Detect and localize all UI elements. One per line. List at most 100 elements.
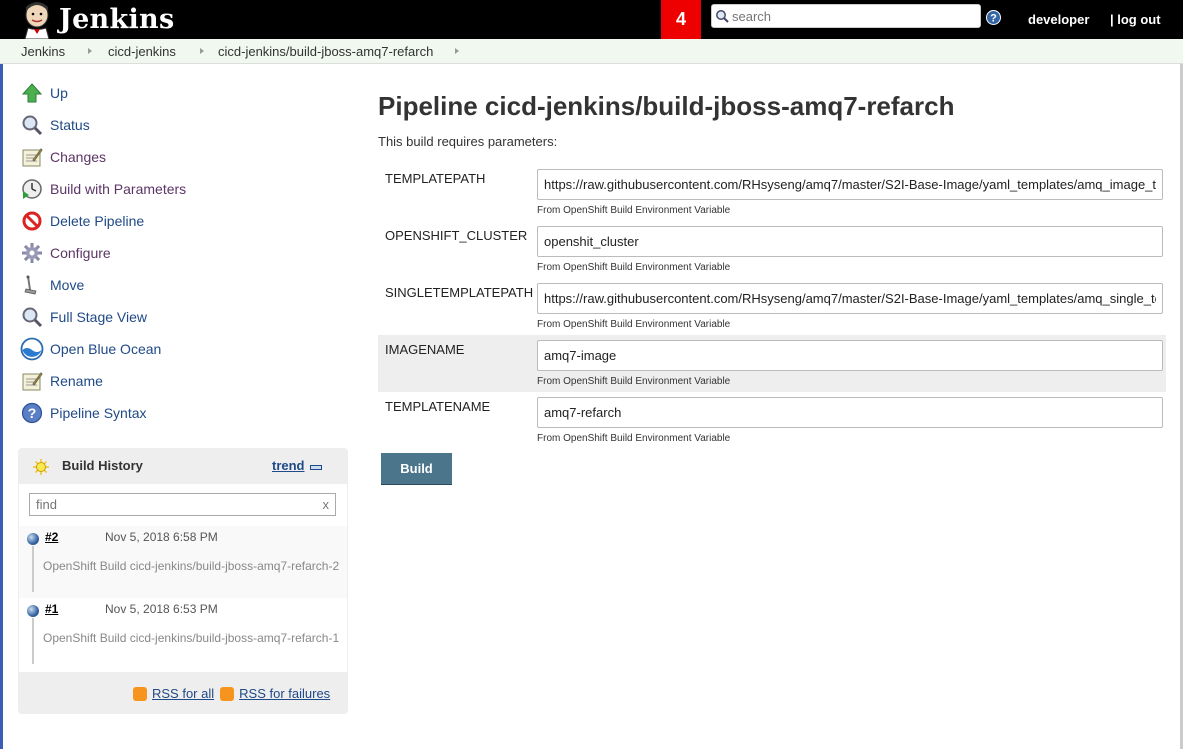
task-up[interactable]: Up xyxy=(20,80,68,106)
task-label[interactable]: Pipeline Syntax xyxy=(50,405,147,421)
breadcrumb-item-folder[interactable]: cicd-jenkins xyxy=(108,44,176,59)
param-value-input[interactable] xyxy=(537,226,1163,257)
param-name: TEMPLATENAME xyxy=(385,399,491,414)
param-description: From OpenShift Build Environment Variabl… xyxy=(537,433,731,444)
rss-failures-link[interactable]: RSS for failures xyxy=(239,686,330,701)
breadcrumb-item-pipeline[interactable]: cicd-jenkins/build-jboss-amq7-refarch xyxy=(218,44,433,59)
build-button[interactable]: Build xyxy=(381,453,452,485)
task-label[interactable]: Full Stage View xyxy=(50,309,147,325)
magnifier-icon xyxy=(20,113,44,137)
build-number-link[interactable]: #1 xyxy=(45,602,58,616)
task-label[interactable]: Delete Pipeline xyxy=(50,213,144,229)
no-entry-icon xyxy=(20,209,44,233)
help-icon: ? xyxy=(20,401,44,425)
task-pipeline-syntax[interactable]: ? Pipeline Syntax xyxy=(20,400,147,426)
rss-links: RSS for all RSS for failures xyxy=(133,686,336,701)
breadcrumb-item-jenkins[interactable]: Jenkins xyxy=(21,44,65,59)
task-rename[interactable]: Rename xyxy=(20,368,103,394)
timeline-line xyxy=(32,618,34,664)
param-row: TEMPLATENAME From OpenShift Build Enviro… xyxy=(378,392,1166,449)
build-description: OpenShift Build cicd-jenkins/build-jboss… xyxy=(43,631,340,645)
param-description: From OpenShift Build Environment Variabl… xyxy=(537,319,731,330)
param-description: From OpenShift Build Environment Variabl… xyxy=(537,376,731,387)
chevron-right-icon[interactable] xyxy=(455,48,459,54)
param-value-input[interactable] xyxy=(537,169,1163,200)
param-value-input[interactable] xyxy=(537,283,1163,314)
status-ball-icon xyxy=(27,533,39,545)
rss-all-link[interactable]: RSS for all xyxy=(152,686,214,701)
build-filter[interactable]: x xyxy=(29,493,336,516)
build-date[interactable]: Nov 5, 2018 6:58 PM xyxy=(105,530,218,544)
task-move[interactable]: Move xyxy=(20,272,84,298)
page-subtitle: This build requires parameters: xyxy=(378,134,558,149)
timeline-line xyxy=(32,546,34,592)
task-build-with-parameters[interactable]: Build with Parameters xyxy=(20,176,186,202)
notepad-icon xyxy=(20,369,44,393)
help-icon[interactable]: ? xyxy=(986,10,1001,25)
sun-icon xyxy=(33,459,49,475)
task-label[interactable]: Configure xyxy=(50,245,111,261)
param-value-input[interactable] xyxy=(537,340,1163,371)
task-label[interactable]: Build with Parameters xyxy=(50,181,186,197)
build-number-link[interactable]: #2 xyxy=(45,530,58,544)
svg-text:?: ? xyxy=(28,405,37,421)
param-name: OPENSHIFT_CLUSTER xyxy=(385,228,528,243)
param-name: IMAGENAME xyxy=(385,342,465,357)
clock-play-icon xyxy=(20,177,44,201)
rss-icon xyxy=(220,686,235,701)
search-icon xyxy=(716,10,729,23)
param-row: OPENSHIFT_CLUSTER From OpenShift Build E… xyxy=(378,221,1166,278)
build-history-panel: Build History trend x #2 Nov 5, 2018 6:5… xyxy=(18,448,348,714)
notification-badge[interactable]: 4 xyxy=(661,0,701,39)
jenkins-brand: Jenkins xyxy=(59,4,175,35)
param-description: From OpenShift Build Environment Variabl… xyxy=(537,205,731,216)
task-label[interactable]: Status xyxy=(50,117,90,133)
notepad-icon xyxy=(20,145,44,169)
task-full-stage-view[interactable]: Full Stage View xyxy=(20,304,147,330)
task-label[interactable]: Open Blue Ocean xyxy=(50,341,161,357)
user-link[interactable]: developer xyxy=(1028,12,1089,27)
param-row: IMAGENAME From OpenShift Build Environme… xyxy=(378,335,1166,392)
task-open-blue-ocean[interactable]: Open Blue Ocean xyxy=(20,336,161,362)
param-row: TEMPLATEPATH From OpenShift Build Enviro… xyxy=(378,164,1166,221)
search-input[interactable] xyxy=(732,7,972,25)
build-date[interactable]: Nov 5, 2018 6:53 PM xyxy=(105,602,218,616)
task-delete-pipeline[interactable]: Delete Pipeline xyxy=(20,208,144,234)
task-label[interactable]: Changes xyxy=(50,149,106,165)
svg-text:?: ? xyxy=(990,13,997,25)
chevron-right-icon[interactable] xyxy=(88,48,92,54)
logout-link[interactable]: | log out xyxy=(1110,12,1161,27)
move-icon xyxy=(20,273,44,297)
param-row: SINGLETEMPLATEPATH From OpenShift Build … xyxy=(378,278,1166,335)
task-status[interactable]: Status xyxy=(20,112,90,138)
gear-icon xyxy=(20,241,44,265)
jenkins-butler-icon xyxy=(24,1,50,39)
trend-link[interactable]: trend xyxy=(272,458,305,473)
param-description: From OpenShift Build Environment Variabl… xyxy=(537,262,731,273)
build-row: #2 Nov 5, 2018 6:58 PM OpenShift Build c… xyxy=(19,526,347,598)
task-configure[interactable]: Configure xyxy=(20,240,111,266)
build-description: OpenShift Build cicd-jenkins/build-jboss… xyxy=(43,559,340,573)
task-label[interactable]: Up xyxy=(50,85,68,101)
param-value-input[interactable] xyxy=(537,397,1163,428)
param-name: SINGLETEMPLATEPATH xyxy=(385,285,534,300)
build-row: #1 Nov 5, 2018 6:53 PM OpenShift Build c… xyxy=(19,598,347,670)
task-label[interactable]: Move xyxy=(50,277,84,293)
search-box[interactable] xyxy=(711,4,981,28)
param-name: TEMPLATEPATH xyxy=(385,171,486,186)
status-ball-icon xyxy=(27,605,39,617)
clear-filter-icon[interactable]: x xyxy=(323,497,330,512)
task-label[interactable]: Rename xyxy=(50,373,103,389)
jenkins-logo[interactable]: Jenkins xyxy=(20,0,174,39)
task-changes[interactable]: Changes xyxy=(20,144,106,170)
build-filter-input[interactable] xyxy=(36,497,306,512)
chevron-right-icon[interactable] xyxy=(200,48,204,54)
build-history-title: Build History xyxy=(62,458,143,473)
left-border xyxy=(0,64,3,749)
breadcrumb: Jenkins cicd-jenkins cicd-jenkins/build-… xyxy=(0,39,1183,64)
top-header: Jenkins 4 ? developer | log out xyxy=(0,0,1183,39)
rss-icon xyxy=(133,686,147,701)
up-arrow-icon xyxy=(20,81,44,105)
build-history-list: x #2 Nov 5, 2018 6:58 PM OpenShift Build… xyxy=(19,484,347,672)
collapse-icon[interactable] xyxy=(310,465,322,470)
